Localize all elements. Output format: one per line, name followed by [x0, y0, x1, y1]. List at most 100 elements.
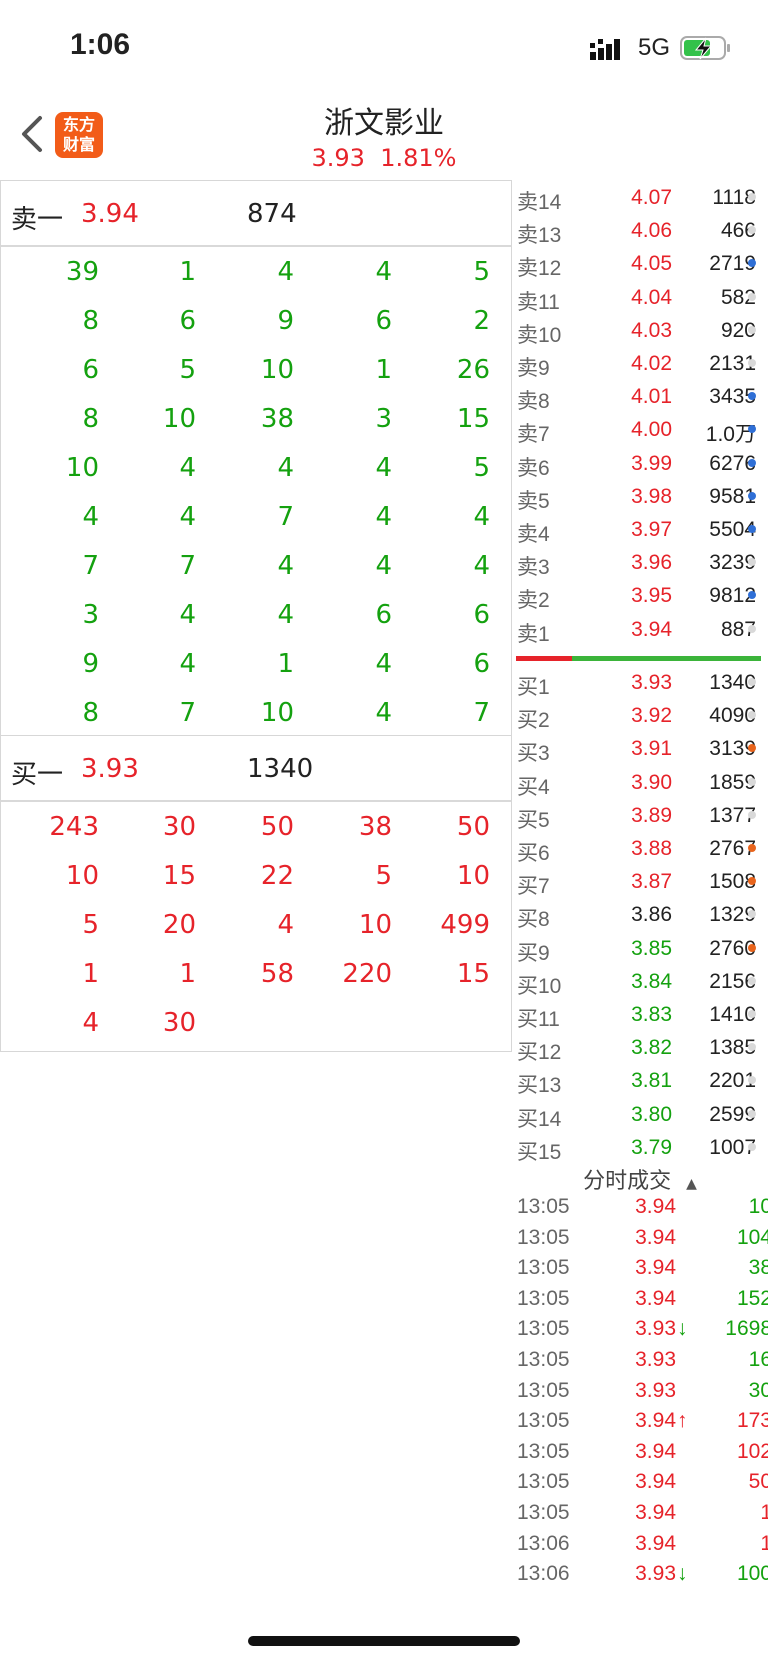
trade-volume: 173 — [736, 1409, 768, 1433]
trade-price: 3.93 — [635, 1378, 676, 1402]
ask-level-label: 卖10 — [517, 323, 562, 347]
ask-level-volume: 9581 — [709, 484, 756, 508]
order-quantity-cell: 4 — [179, 649, 196, 679]
bid-level-volume: 1329 — [709, 903, 756, 927]
order-quantity-cell: 26 — [456, 355, 490, 385]
ask-level-row[interactable]: 卖13 4.06 466 — [512, 213, 768, 247]
ask-level-row[interactable]: 卖11 4.04 582 — [512, 280, 768, 314]
ask-level-row[interactable]: 卖12 4.05 2719 — [512, 246, 768, 281]
ask-level-row[interactable]: 卖4 3.97 5504 — [512, 512, 768, 546]
trade-row: 13:05 3.94 10 — [512, 1191, 768, 1221]
bid-level-row[interactable]: 买11 3.83 1410 — [512, 997, 768, 1031]
order-size-dot-icon — [748, 491, 756, 500]
bid-level-row[interactable]: 买1 3.93 1340 — [512, 665, 768, 699]
ask-level-volume: 6276 — [709, 451, 756, 475]
order-quantity-cell: 9 — [82, 649, 99, 679]
trade-price: 3.94 — [635, 1225, 676, 1249]
bid-level-row[interactable]: 买14 3.80 2599 — [512, 1097, 768, 1131]
bid-level-row[interactable]: 买5 3.89 1377 — [512, 798, 768, 832]
ask-level-row[interactable]: 卖5 3.98 9581 — [512, 479, 768, 513]
bid-level-row[interactable]: 买3 3.91 3139 — [512, 731, 768, 765]
ask-level-row[interactable]: 卖8 4.01 3435 — [512, 379, 768, 413]
order-quantity-cell: 39 — [65, 257, 99, 287]
ask-level-price: 4.02 — [631, 352, 672, 375]
trade-price: 3.94 — [635, 1286, 676, 1310]
ask-level-row[interactable]: 卖2 3.95 9812 — [512, 578, 768, 612]
bid-level-price: 3.90 — [631, 770, 672, 794]
bid-level-row[interactable]: 买12 3.82 1385 — [512, 1030, 768, 1064]
order-size-dot-icon — [748, 777, 756, 786]
change-percent: 1.81% — [380, 144, 457, 172]
order-quantity-cell: 15 — [456, 404, 490, 434]
ask-level-row[interactable]: 卖3 3.96 3239 — [512, 545, 768, 579]
bid-level-price: 3.84 — [631, 969, 672, 993]
order-quantity-cell: 30 — [162, 812, 196, 842]
order-quantity-cell: 499 — [440, 910, 490, 940]
bid-level-row[interactable]: 买9 3.85 2760 — [512, 931, 768, 965]
bid-level-row[interactable]: 买13 3.81 2201 — [512, 1063, 768, 1097]
order-quantity-cell: 1 — [82, 959, 99, 989]
ask-level-price: 4.07 — [631, 186, 672, 209]
trade-time: 13:05 — [517, 1195, 570, 1218]
order-quantity-cell: 15 — [456, 959, 490, 989]
logo-text-line1: 东方 — [62, 115, 95, 134]
order-quantity-cell: 4 — [277, 453, 294, 483]
bid-level-price: 3.92 — [631, 704, 672, 728]
bid-level-row[interactable]: 买4 3.90 1859 — [512, 765, 768, 799]
sell-level-volume: 874 — [247, 199, 297, 229]
trade-volume: 38 — [748, 1256, 768, 1280]
order-quantity-cell: 6 — [375, 306, 392, 336]
order-quantity-cell: 7 — [277, 502, 294, 532]
ask-level-volume: 2719 — [709, 252, 756, 276]
trade-price: 3.94 — [635, 1256, 676, 1280]
bid-level-row[interactable]: 买2 3.92 4090 — [512, 698, 768, 732]
sort-up-icon: ▲ — [686, 1176, 697, 1192]
ask-level-price: 3.96 — [631, 551, 672, 575]
order-quantity-cell: 50 — [260, 812, 294, 842]
bid-level-row[interactable]: 买15 3.79 1007 — [512, 1130, 768, 1164]
bid-level-row[interactable]: 买10 3.84 2156 — [512, 964, 768, 998]
order-quantity-cell: 3 — [375, 404, 392, 434]
ask-level-label: 卖1 — [517, 622, 550, 646]
trade-row: 13:05 3.94 50 — [512, 1466, 768, 1496]
ask-level-price: 3.97 — [631, 518, 672, 541]
order-quantity-cell: 30 — [162, 1008, 196, 1038]
trade-price: 3.93 — [635, 1317, 676, 1341]
ask-level-row[interactable]: 卖10 4.03 920 — [512, 313, 768, 347]
ask-level-row[interactable]: 卖9 4.02 2131 — [512, 346, 768, 380]
bid-level-row[interactable]: 买6 3.88 2767 — [512, 831, 768, 865]
order-quantity-cell: 5 — [179, 355, 196, 385]
cellular-signal-icon — [590, 39, 620, 60]
order-quantity-cell: 10 — [260, 355, 294, 385]
ask-level-row[interactable]: 卖6 3.99 6276 — [512, 446, 768, 480]
bid-level-price: 3.81 — [631, 1069, 672, 1093]
ask-level-label: 卖11 — [517, 290, 560, 314]
ask-level-volume: 920 — [720, 318, 756, 342]
home-indicator[interactable] — [248, 1636, 520, 1646]
bid-level-price: 3.80 — [631, 1102, 672, 1126]
ask-level-label: 卖14 — [517, 191, 562, 214]
trade-row: 13:06 3.94 1 — [512, 1528, 768, 1558]
bid-level-price: 3.93 — [631, 671, 672, 694]
ask-level-row[interactable]: 卖1 3.94 887 — [512, 612, 768, 646]
ask-level-row[interactable]: 卖7 4.00 1.0万 — [512, 412, 768, 446]
order-quantity-cell: 7 — [82, 551, 99, 581]
trade-price: 3.94 — [635, 1531, 676, 1555]
bid-level-label: 买11 — [517, 1008, 560, 1031]
ask-level-label: 卖12 — [517, 257, 562, 281]
order-quantity-cell: 10 — [162, 404, 196, 434]
order-quantity-cell: 4 — [179, 502, 196, 532]
order-quantity-cell: 10 — [260, 698, 294, 728]
order-size-dot-icon — [748, 292, 756, 301]
status-time: 1:06 — [70, 28, 131, 61]
ask-level-row[interactable]: 卖14 4.07 1118 — [512, 180, 768, 214]
order-quantity-cell: 20 — [162, 910, 196, 940]
eastmoney-logo[interactable]: 东方 财富 — [55, 112, 103, 158]
bid-level-row[interactable]: 买8 3.86 1329 — [512, 897, 768, 931]
back-chevron-icon[interactable] — [18, 114, 48, 154]
order-quantity-cell: 9 — [277, 306, 294, 336]
order-size-dot-icon — [748, 844, 756, 852]
bid-level-row[interactable]: 买7 3.87 1508 — [512, 864, 768, 898]
order-quantity-cell: 6 — [179, 306, 196, 336]
trade-row: 13:05 3.94 104 — [512, 1222, 768, 1252]
